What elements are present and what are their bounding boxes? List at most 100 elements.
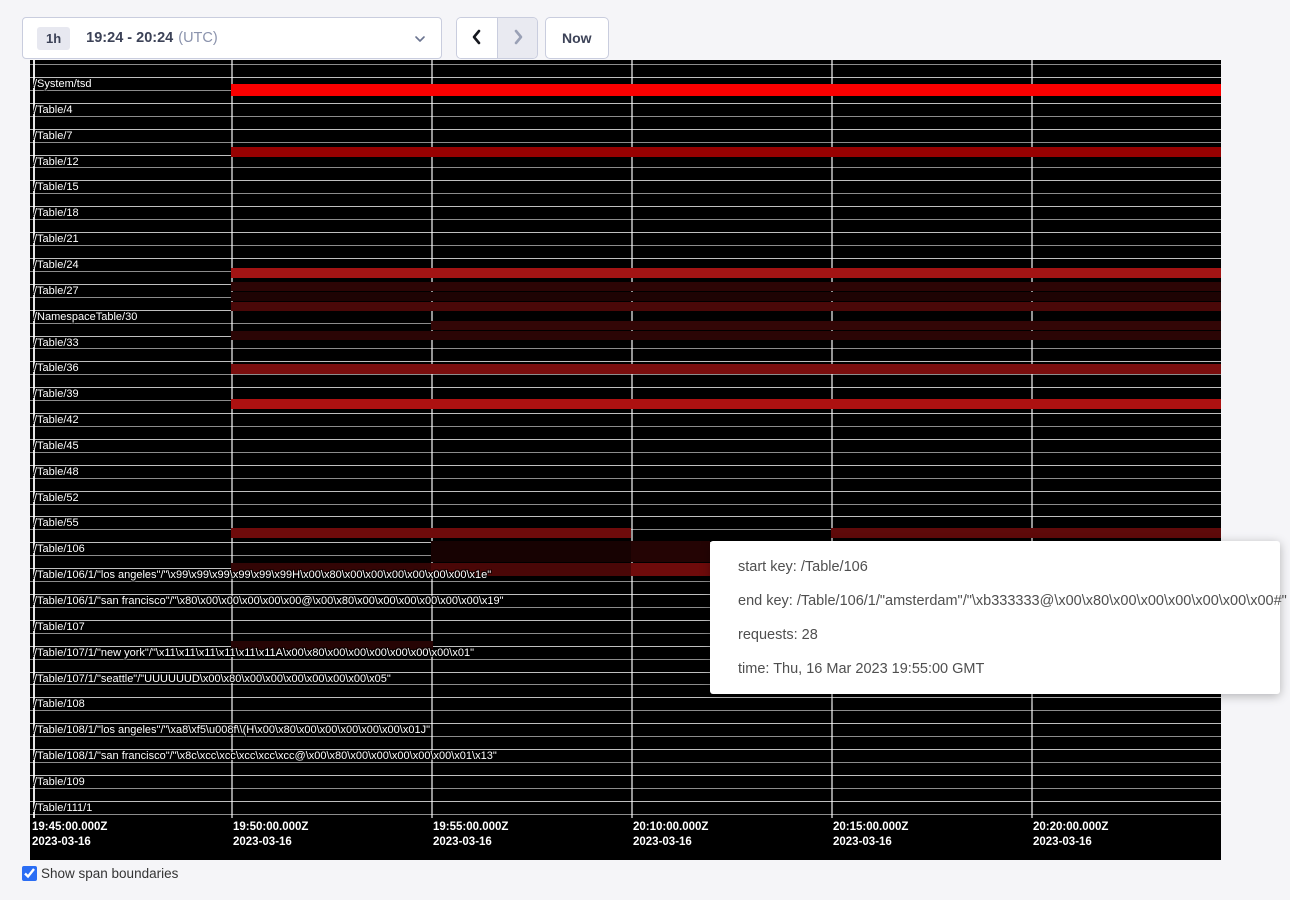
x-axis-tick: 19:45:00.000Z2023-03-16 [32, 820, 107, 850]
heat-band [231, 364, 1221, 374]
gridline-horizontal [30, 77, 1221, 78]
row-label: /Table/42 [34, 414, 79, 426]
row-label: /Table/12 [34, 156, 79, 168]
row-label: /Table/36 [34, 362, 79, 374]
range-duration-badge: 1h [37, 27, 70, 50]
time-range-dropdown[interactable]: 1h 19:24 - 20:24 (UTC) [22, 17, 442, 59]
gridline-horizontal [30, 348, 1221, 349]
gridline-horizontal [30, 374, 1221, 375]
row-label: /Table/39 [34, 388, 79, 400]
key-visualizer-canvas[interactable]: /System/tsd/Table/4/Table/7/Table/12/Tab… [30, 60, 1221, 860]
heat-band [231, 84, 1221, 96]
heat-band [631, 563, 710, 576]
row-label: /Table/109 [34, 776, 85, 788]
heat-band [431, 541, 631, 562]
gridline-horizontal [30, 491, 1221, 492]
gridline-horizontal [30, 167, 1221, 168]
tooltip-requests: requests: 28 [738, 618, 1280, 652]
row-label: /System/tsd [34, 78, 91, 90]
heat-band [431, 321, 1221, 330]
row-label: /Table/106/1/"san francisco"/"\x80\x00\x… [34, 595, 504, 607]
row-label: /Table/106 [34, 543, 85, 555]
gridline-horizontal [30, 439, 1221, 440]
gridline-horizontal [30, 64, 1221, 65]
gridline-horizontal [30, 516, 1221, 517]
x-axis-tick: 20:20:00.000Z2023-03-16 [1033, 820, 1108, 850]
heat-band [231, 147, 1221, 157]
gridline-horizontal [30, 180, 1221, 181]
gridline-horizontal [30, 452, 1221, 453]
gridline-horizontal [30, 129, 1221, 130]
row-label: /Table/108/1/"san francisco"/"\x8c\xcc\x… [34, 750, 497, 762]
x-axis-tick: 20:10:00.000Z2023-03-16 [633, 820, 708, 850]
gridline-vertical [431, 60, 433, 818]
row-label: /Table/48 [34, 466, 79, 478]
gridline-horizontal [30, 387, 1221, 388]
heat-band [231, 528, 631, 538]
span-tooltip: start key: /Table/106 end key: /Table/10… [710, 541, 1280, 694]
gridline-horizontal [30, 465, 1221, 466]
gridline-horizontal [30, 413, 1221, 414]
gridline-horizontal [30, 206, 1221, 207]
heat-band [231, 268, 1221, 278]
row-label: /Table/7 [34, 130, 73, 142]
row-label: /Table/107/1/"seattle"/"UUUUUUD\x00\x80\… [34, 673, 391, 685]
tooltip-end-key: end key: /Table/106/1/"amsterdam"/"\xb33… [738, 584, 1280, 618]
chevron-left-icon [469, 28, 485, 49]
gridline-horizontal [30, 116, 1221, 117]
gridline-horizontal [30, 142, 1221, 143]
heat-band [231, 282, 1221, 291]
row-label: /Table/55 [34, 517, 79, 529]
gridline-vertical [831, 60, 833, 818]
span-boundaries-label: Show span boundaries [41, 866, 178, 881]
time-nav-group [456, 17, 538, 59]
next-interval-button[interactable] [497, 18, 537, 58]
gridline-vertical [1031, 60, 1033, 818]
gridline-horizontal [30, 504, 1221, 505]
footer: Show span boundaries [22, 866, 178, 881]
row-label: /Table/33 [34, 337, 79, 349]
chevron-down-icon [413, 31, 427, 52]
gridline-horizontal [30, 762, 1221, 763]
x-axis-tick: 20:15:00.000Z2023-03-16 [833, 820, 908, 850]
tooltip-time: time: Thu, 16 Mar 2023 19:55:00 GMT [738, 652, 1280, 686]
gridline-horizontal [30, 736, 1221, 737]
x-axis-tick: 19:55:00.000Z2023-03-16 [433, 820, 508, 850]
row-label: /Table/108 [34, 698, 85, 710]
gridline-horizontal [30, 814, 1221, 815]
row-label: /Table/24 [34, 259, 79, 271]
gridline-horizontal [30, 361, 1221, 362]
row-label: /Table/108/1/"los angeles"/"\xa8\xf5\u00… [34, 724, 430, 736]
toolbar: 1h 19:24 - 20:24 (UTC) Now [0, 0, 1290, 60]
row-label: /Table/21 [34, 233, 79, 245]
gridline-horizontal [30, 193, 1221, 194]
row-label: /Table/27 [34, 285, 79, 297]
heat-band [231, 302, 1221, 311]
tooltip-start-key: start key: /Table/106 [738, 550, 1280, 584]
row-label: /Table/107 [34, 621, 85, 633]
heat-band [831, 528, 1221, 538]
x-axis-tick: 19:50:00.000Z2023-03-16 [233, 820, 308, 850]
gridline-horizontal [30, 697, 1221, 698]
span-boundaries-checkbox[interactable] [22, 866, 37, 881]
gridline-horizontal [30, 245, 1221, 246]
row-label: /Table/45 [34, 440, 79, 452]
gridline-horizontal [30, 103, 1221, 104]
row-label: /Table/4 [34, 104, 73, 116]
now-button[interactable]: Now [545, 17, 609, 59]
heat-band [231, 331, 1221, 340]
prev-interval-button[interactable] [457, 18, 497, 58]
chevron-right-icon [510, 28, 526, 49]
heat-band [231, 399, 1221, 409]
row-label: /Table/18 [34, 207, 79, 219]
row-label: /Table/111/1 [34, 802, 92, 814]
gridline-vertical [631, 60, 633, 818]
row-label: /Table/107/1/"new york"/"\x11\x11\x11\x1… [34, 647, 474, 659]
gridline-horizontal [30, 232, 1221, 233]
gridline-horizontal [30, 801, 1221, 802]
row-label: /Table/52 [34, 492, 79, 504]
row-label: /NamespaceTable/30 [34, 311, 137, 323]
row-label: /Table/15 [34, 181, 79, 193]
gridline-horizontal [30, 775, 1221, 776]
range-timezone: (UTC) [178, 30, 217, 46]
